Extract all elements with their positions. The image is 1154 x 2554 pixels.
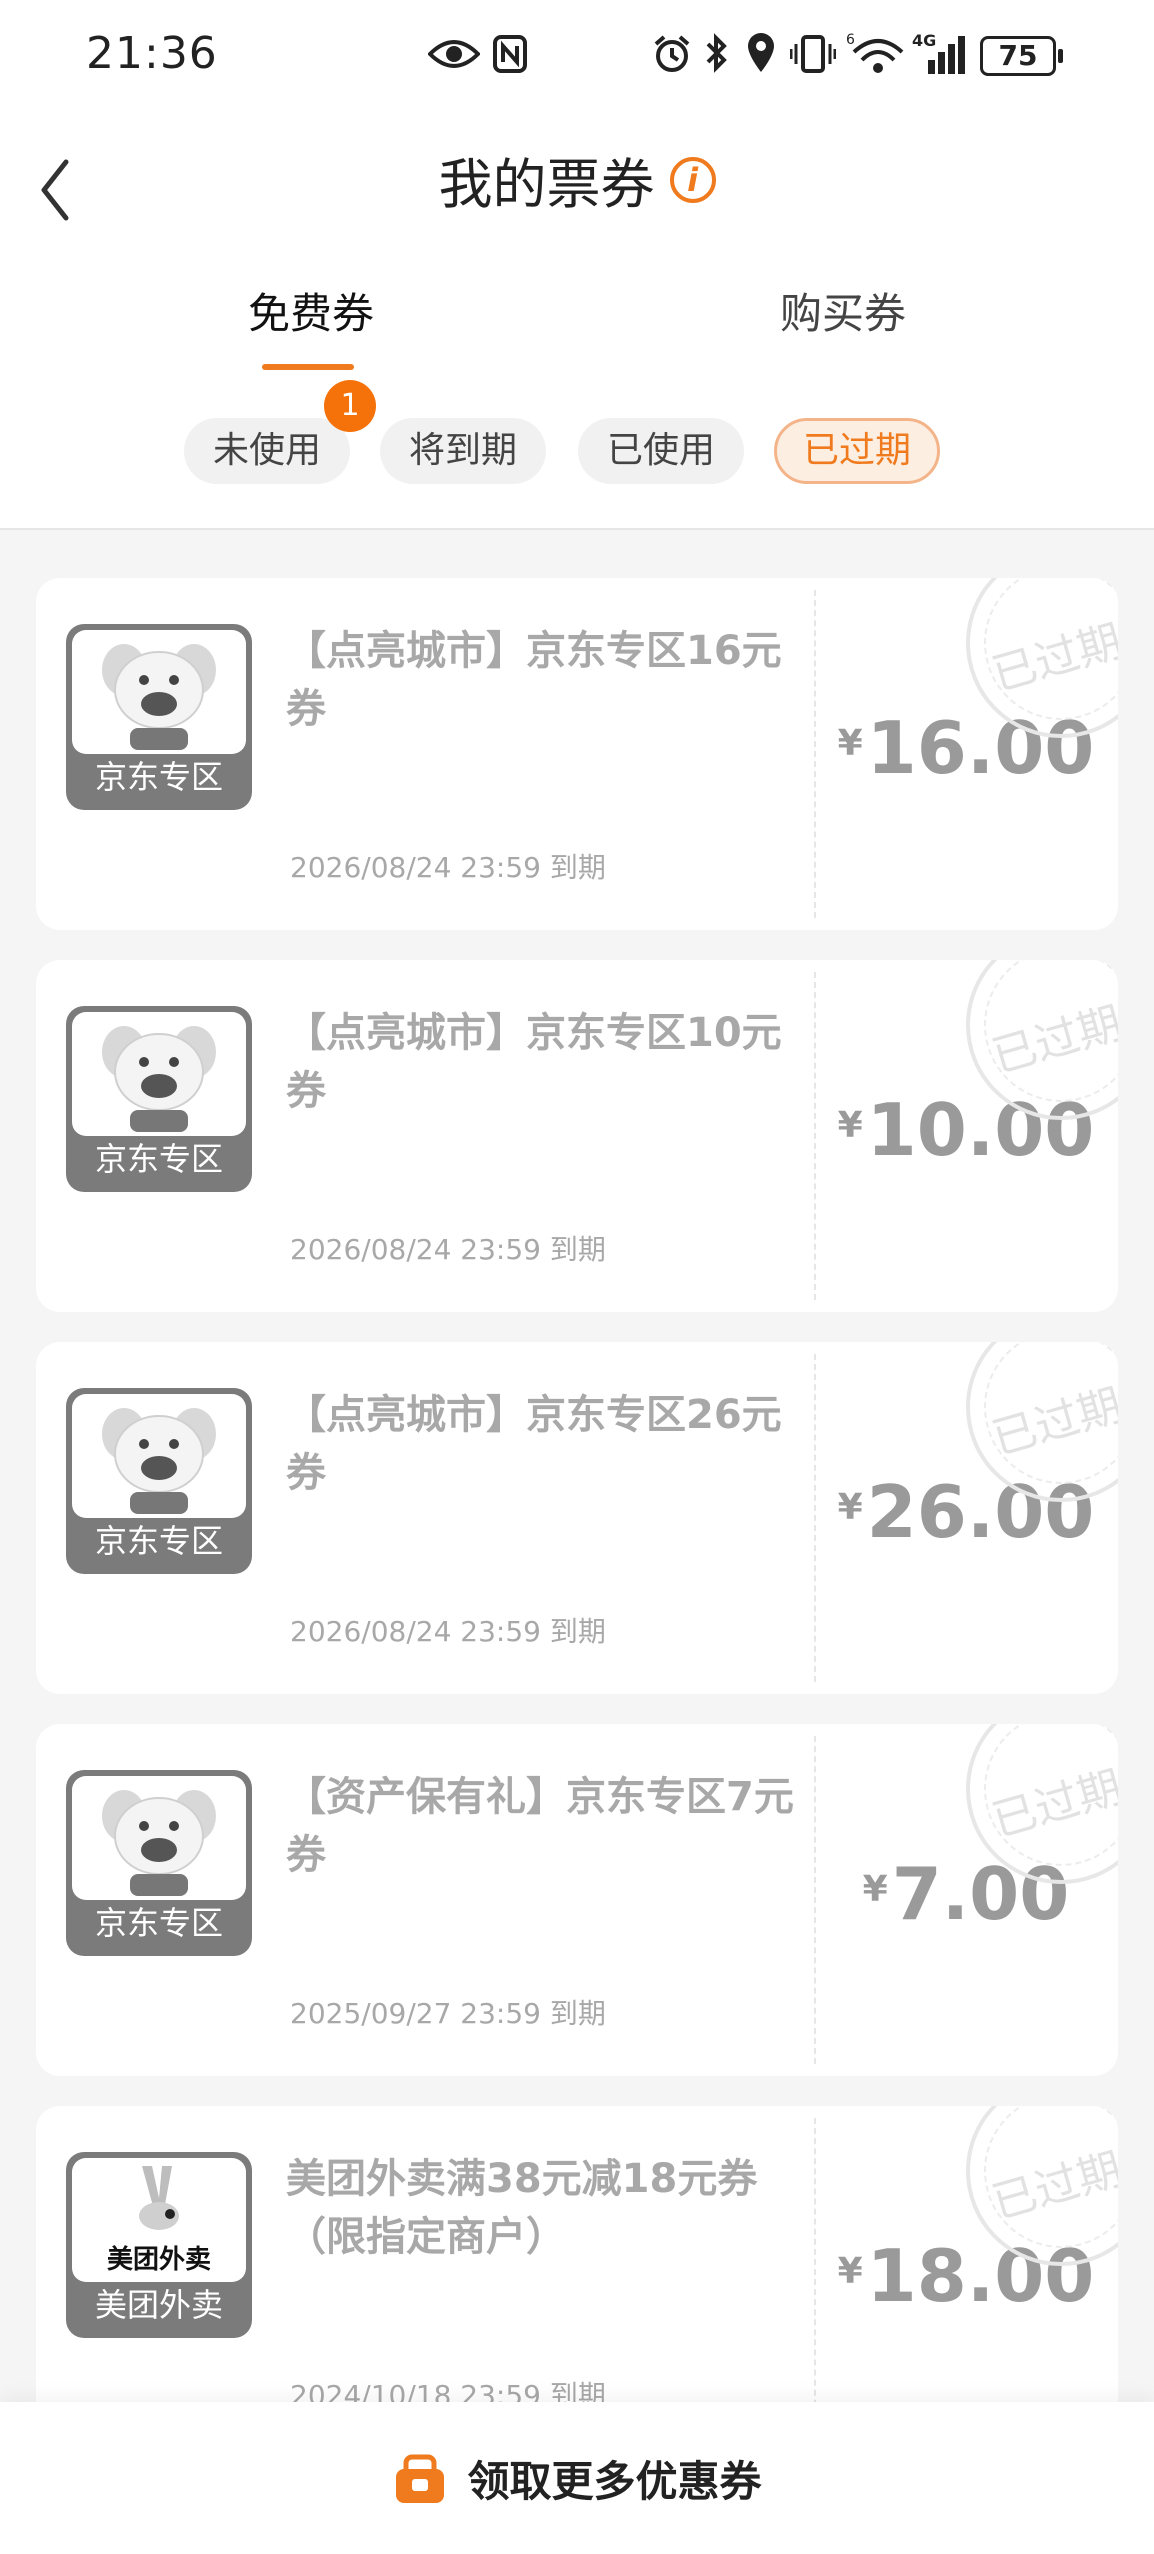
vibrate-icon: [790, 35, 836, 73]
filter-used[interactable]: 已使用: [578, 418, 744, 484]
coupon-expire: 2026/08/24 23:59 到期: [290, 1615, 606, 1648]
header: 我的票券 i 免费券 购买券 未使用 1 将到期 已使用 已过期: [0, 110, 1154, 530]
signal-4g-icon: 4G: [912, 31, 965, 74]
coupon-title: 【点亮城市】京东专区16元券: [286, 628, 782, 732]
nfc-icon: [493, 35, 527, 73]
logo-label: 京东专区: [94, 1140, 223, 1178]
filter-expiring[interactable]: 将到期: [380, 418, 546, 484]
currency-symbol: ¥: [837, 2251, 863, 2292]
coupon-title: 【点亮城市】京东专区10元券: [286, 1010, 782, 1114]
alarm-icon: [654, 35, 690, 72]
location-icon: [748, 33, 774, 72]
page-title: 我的票券: [438, 153, 655, 216]
jd-dog-icon: [102, 1408, 216, 1514]
jd-dog-icon: [102, 1026, 216, 1132]
title-wrap: 我的票券 i: [0, 140, 1154, 219]
meituan-brand-text: 美团外卖: [107, 2244, 211, 2275]
jd-dog-icon: [102, 644, 216, 750]
coupon-title: 【点亮城市】京东专区26元券: [286, 1392, 782, 1496]
battery-indicator: 75: [980, 36, 1063, 76]
coupon-card[interactable]: 京东专区 【资产保有礼】京东专区7元券 2025/09/27 23:59 到期 …: [36, 1724, 1118, 2076]
jd-zone-logo: 京东专区: [66, 1006, 252, 1192]
currency-symbol: ¥: [837, 1105, 863, 1146]
filter-unused[interactable]: 未使用: [184, 418, 350, 484]
coupon-expire: 2026/08/24 23:59 到期: [290, 851, 606, 884]
jd-zone-logo: 京东专区: [66, 624, 252, 810]
get-more-coupons-label: 领取更多优惠券: [467, 2457, 762, 2506]
coupon-card[interactable]: 京东专区 【点亮城市】京东专区26元券 2026/08/24 23:59 到期 …: [36, 1342, 1118, 1694]
svg-text:4G: 4G: [912, 31, 936, 50]
coupon-expire: 2025/09/27 23:59 到期: [290, 1997, 606, 2030]
coupon-card[interactable]: 京东专区 【点亮城市】京东专区16元券 2026/08/24 23:59 到期 …: [36, 578, 1118, 930]
info-icon[interactable]: i: [669, 156, 716, 203]
tab-active-indicator: [262, 364, 354, 370]
tab-free-coupons[interactable]: 免费券: [248, 280, 374, 341]
tab-purchased-coupons[interactable]: 购买券: [780, 280, 906, 341]
coupon-card[interactable]: 京东专区 【点亮城市】京东专区10元券 2026/08/24 23:59 到期 …: [36, 960, 1118, 1312]
jd-zone-logo: 京东专区: [66, 1388, 252, 1574]
logo-label: 京东专区: [94, 1904, 223, 1942]
bluetooth-icon: [706, 33, 727, 73]
get-more-coupons-button[interactable]: 领取更多优惠券: [0, 2448, 1154, 2509]
currency-symbol: ¥: [837, 1487, 863, 1528]
status-bar: 21:36 6 4G 75: [0, 0, 1154, 110]
coupon-bag-icon: [396, 2454, 445, 2503]
wifi-icon: 6: [846, 32, 904, 73]
logo-label: 京东专区: [94, 1522, 223, 1560]
currency-symbol: ¥: [837, 723, 863, 764]
meituan-kangaroo-icon: 美团外卖: [107, 2166, 211, 2275]
currency-symbol: ¥: [862, 1869, 888, 1910]
jd-zone-logo: 京东专区: [66, 1770, 252, 1956]
meituan-logo: 美团外卖 美团外卖: [66, 2152, 252, 2338]
logo-label: 美团外卖: [94, 2286, 223, 2324]
coupon-title: 美团外卖满38元减18元券（限指定商户）: [286, 2156, 758, 2260]
status-time: 21:36: [86, 28, 218, 79]
jd-dog-icon: [102, 1790, 216, 1896]
coupon-title: 【资产保有礼】京东专区7元券: [286, 1774, 794, 1878]
eye-icon: [428, 40, 480, 68]
coupon-expire: 2026/08/24 23:59 到期: [290, 1233, 606, 1266]
unused-count-badge: 1: [324, 380, 376, 432]
get-more-coupons-bar[interactable]: 领取更多优惠券: [0, 2402, 1154, 2554]
svg-text:6: 6: [846, 32, 855, 48]
filter-expired[interactable]: 已过期: [774, 418, 940, 484]
logo-label: 京东专区: [94, 758, 223, 796]
